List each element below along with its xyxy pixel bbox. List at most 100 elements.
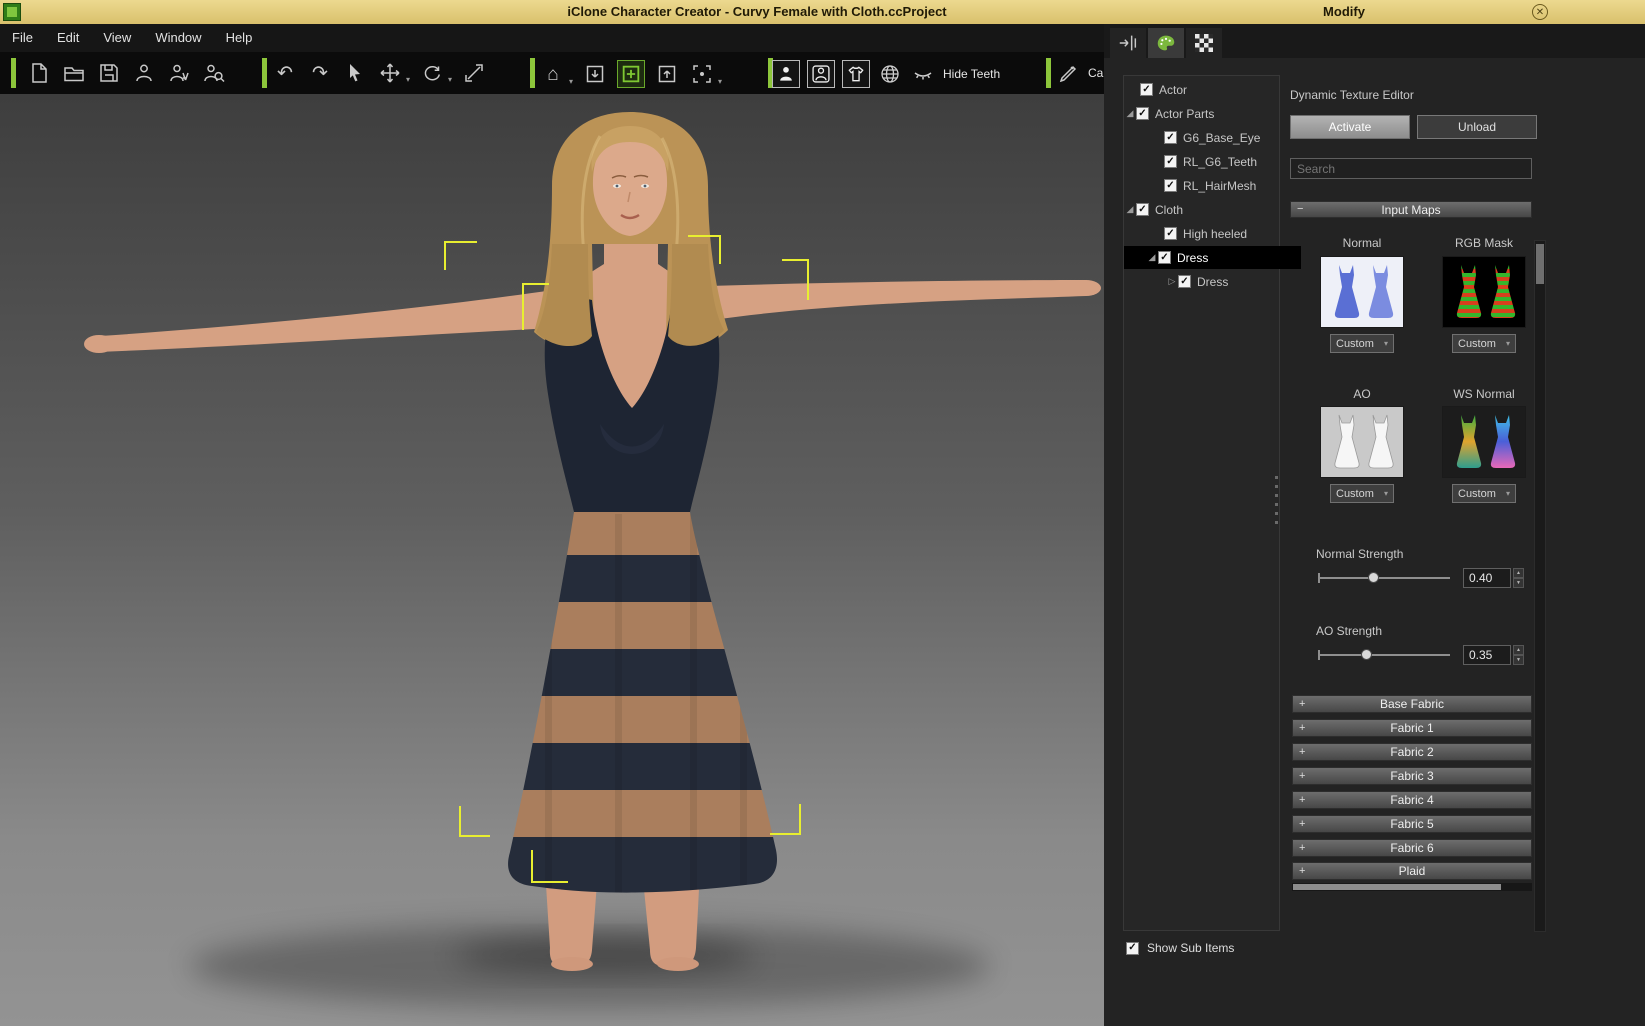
tab-texture[interactable]: [1186, 28, 1222, 58]
calibration-icon[interactable]: [1056, 60, 1082, 86]
scrollbar-thumb[interactable]: [1536, 244, 1544, 284]
ws-normal-dropdown[interactable]: Custom ▾: [1452, 484, 1516, 503]
section-fabric-3[interactable]: + Fabric 3: [1292, 767, 1532, 785]
checkbox[interactable]: ✓: [1164, 227, 1177, 240]
checkbox[interactable]: ✓: [1164, 155, 1177, 168]
character-search-icon[interactable]: [201, 60, 227, 86]
activate-button[interactable]: Activate: [1290, 115, 1410, 139]
tree-item-actor-parts[interactable]: ◢ ✓ Actor Parts: [1124, 102, 1279, 125]
rotate-tool-caret[interactable]: ▾: [448, 75, 452, 86]
section-plaid[interactable]: + Plaid: [1292, 862, 1532, 880]
normal-map-dropdown[interactable]: Custom ▾: [1330, 334, 1394, 353]
globe-icon[interactable]: [877, 61, 903, 87]
show-cloth-toggle[interactable]: [842, 60, 870, 88]
hide-teeth-label[interactable]: Hide Teeth: [943, 67, 1000, 81]
expanded-arrow-icon[interactable]: ◢: [1146, 252, 1158, 263]
checkbox[interactable]: ✓: [1164, 131, 1177, 144]
ws-normal-thumbnail[interactable]: [1442, 406, 1526, 478]
scrollbar-thumb[interactable]: [1293, 884, 1501, 890]
section-fabric-5[interactable]: + Fabric 5: [1292, 815, 1532, 833]
collapse-icon[interactable]: −: [1297, 204, 1303, 215]
panel-splitter[interactable]: [1275, 476, 1278, 524]
show-skin-toggle[interactable]: [807, 60, 835, 88]
ao-map-thumbnail[interactable]: [1320, 406, 1404, 478]
tab-attach[interactable]: [1110, 28, 1146, 58]
section-base-fabric[interactable]: + Base Fabric: [1292, 695, 1532, 713]
tree-item-high-heeled[interactable]: ✓ High heeled: [1124, 222, 1319, 245]
rgb-mask-dropdown[interactable]: Custom ▾: [1452, 334, 1516, 353]
open-folder-icon[interactable]: [61, 60, 87, 86]
redo-icon[interactable]: ↷: [307, 60, 333, 86]
menu-edit[interactable]: Edit: [45, 24, 91, 52]
calibration-label[interactable]: Cali: [1088, 66, 1104, 80]
home-view-icon[interactable]: ⌂: [540, 61, 566, 87]
eyelash-icon[interactable]: [910, 61, 936, 87]
checkbox[interactable]: ✓: [1136, 203, 1149, 216]
slider-thumb[interactable]: [1361, 649, 1372, 660]
normal-strength-spinner[interactable]: ▲ ▼: [1513, 568, 1524, 588]
ao-strength-value[interactable]: [1463, 645, 1511, 665]
normal-strength-value[interactable]: [1463, 568, 1511, 588]
frame-up-icon[interactable]: [654, 61, 680, 87]
horizontal-scrollbar[interactable]: [1292, 883, 1532, 891]
tree-item-actor[interactable]: ✓ Actor: [1124, 78, 1279, 101]
expanded-arrow-icon[interactable]: ◢: [1124, 204, 1136, 215]
undo-icon[interactable]: ↶: [272, 60, 298, 86]
show-body-toggle[interactable]: [772, 60, 800, 88]
unload-button[interactable]: Unload: [1417, 115, 1537, 139]
input-maps-header[interactable]: − Input Maps: [1290, 201, 1532, 218]
collapsed-arrow-icon[interactable]: ▷: [1166, 276, 1178, 287]
search-input[interactable]: [1290, 158, 1532, 179]
viewport-3d[interactable]: [0, 94, 1104, 1026]
new-project-icon[interactable]: [26, 60, 52, 86]
ao-strength-spinner[interactable]: ▲ ▼: [1513, 645, 1524, 665]
rgb-mask-thumbnail[interactable]: [1442, 256, 1526, 328]
expanded-arrow-icon[interactable]: ◢: [1124, 108, 1136, 119]
menu-help[interactable]: Help: [214, 24, 265, 52]
vertical-scrollbar[interactable]: [1534, 240, 1546, 932]
checkbox[interactable]: ✓: [1140, 83, 1153, 96]
section-fabric-6[interactable]: + Fabric 6: [1292, 839, 1532, 857]
home-view-caret[interactable]: ▾: [569, 77, 573, 88]
section-fabric-2[interactable]: + Fabric 2: [1292, 743, 1532, 761]
save-icon[interactable]: [96, 60, 122, 86]
move-tool-caret[interactable]: ▾: [406, 75, 410, 86]
close-panel-icon[interactable]: ✕: [1532, 4, 1548, 20]
scale-tool-icon[interactable]: [461, 60, 487, 86]
menu-window[interactable]: Window: [143, 24, 213, 52]
section-fabric-4[interactable]: + Fabric 4: [1292, 791, 1532, 809]
tree-item-dress-selected[interactable]: ◢ ✓ Dress: [1124, 246, 1301, 269]
expand-icon: +: [1299, 864, 1306, 877]
rotate-tool-icon[interactable]: [419, 60, 445, 86]
character-preset-icon[interactable]: [166, 60, 192, 86]
move-tool-icon[interactable]: [377, 60, 403, 86]
frame-down-icon[interactable]: [582, 61, 608, 87]
rgb-mask-label: RGB Mask: [1454, 236, 1513, 250]
ao-map-dropdown[interactable]: Custom ▾: [1330, 484, 1394, 503]
checkbox[interactable]: ✓: [1136, 107, 1149, 120]
section-fabric-1[interactable]: + Fabric 1: [1292, 719, 1532, 737]
select-arrow-icon[interactable]: [342, 60, 368, 86]
show-sub-items-checkbox[interactable]: ✓: [1126, 941, 1139, 955]
camera-frame-icon[interactable]: [689, 61, 715, 87]
checkbox[interactable]: ✓: [1164, 179, 1177, 192]
normal-strength-slider[interactable]: [1318, 572, 1450, 583]
tab-material[interactable]: [1148, 28, 1184, 58]
checkbox[interactable]: ✓: [1178, 275, 1191, 288]
viewport-scene: [0, 94, 1104, 1026]
camera-frame-caret[interactable]: ▾: [718, 77, 722, 88]
tree-item-dress-child[interactable]: ▷ ✓ Dress: [1124, 270, 1321, 293]
slider-thumb[interactable]: [1368, 572, 1379, 583]
show-sub-items-row[interactable]: ✓ Show Sub Items: [1126, 941, 1234, 955]
scene-tree: ✓ Actor ◢ ✓ Actor Parts ✓ G6_Base_Eye ✓ …: [1123, 75, 1301, 931]
ao-strength-slider[interactable]: [1318, 649, 1450, 660]
character-icon[interactable]: [131, 60, 157, 86]
menu-file[interactable]: File: [0, 24, 45, 52]
tree-item-cloth[interactable]: ◢ ✓ Cloth: [1124, 198, 1279, 221]
normal-map-thumbnail[interactable]: [1320, 256, 1404, 328]
chevron-down-icon: ▾: [1383, 339, 1388, 348]
fit-to-view-icon[interactable]: [617, 60, 646, 88]
menu-view[interactable]: View: [91, 24, 143, 52]
checkbox[interactable]: ✓: [1158, 251, 1171, 264]
ao-map-label: AO: [1353, 387, 1371, 401]
